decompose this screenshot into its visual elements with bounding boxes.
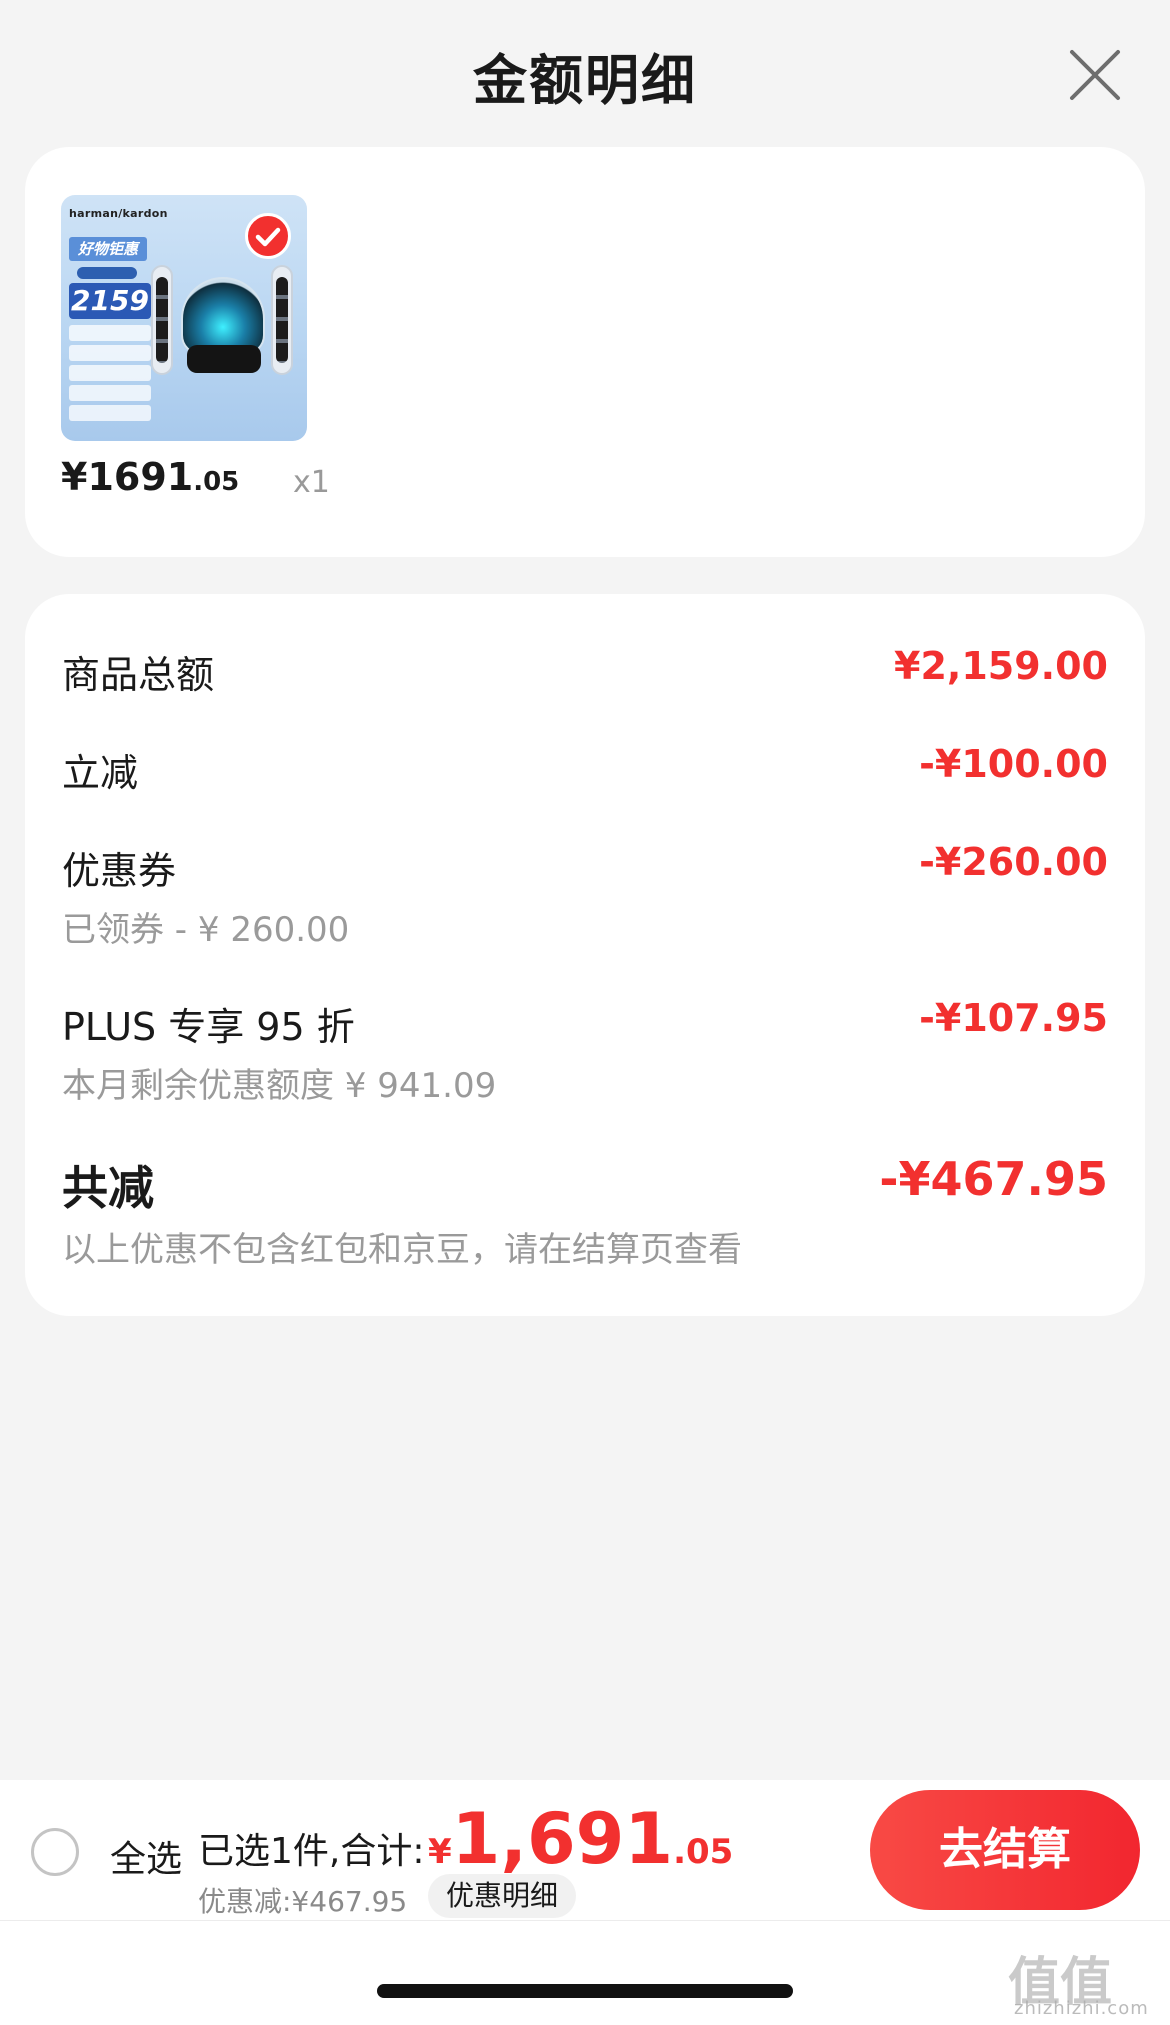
plus-discount-label: PLUS 专享 95 折 (62, 1005, 355, 1049)
close-button[interactable] (1060, 40, 1130, 110)
product-card: harman/kardon 好物钜惠 2159 ¥1691.05 x1 (25, 147, 1145, 557)
total-discount-value: -¥467.95 (879, 1152, 1108, 1206)
close-icon (1070, 50, 1120, 100)
coupon-label: 优惠券 (62, 849, 177, 893)
checkout-bar: 全选 已选1件,合计: ¥1,691.05 优惠减:¥467.95 优惠明细 去… (0, 1780, 1170, 2025)
discount-summary: 优惠减:¥467.95 (198, 1885, 408, 1918)
product-promo-price: 2159 (69, 283, 151, 319)
plus-remaining-text: 本月剩余优惠额度 ¥ 941.09 (62, 1066, 497, 1106)
plus-discount-value: -¥107.95 (919, 996, 1108, 1040)
amount-detail-card: 商品总额 ¥2,159.00 立减 -¥100.00 优惠券 -¥260.00 … (25, 594, 1145, 1316)
goods-total-label: 商品总额 (62, 653, 215, 697)
product-promo-tag: 好物钜惠 (69, 237, 147, 261)
home-indicator[interactable] (377, 1984, 793, 1998)
speaker-base-graphic (187, 345, 261, 373)
instant-discount-value: -¥100.00 (919, 742, 1108, 786)
goods-total-value: ¥2,159.00 (894, 644, 1108, 688)
coupon-value: -¥260.00 (919, 840, 1108, 884)
total-price-currency: ¥ (428, 1832, 452, 1872)
coupon-sub-text: 已领券 - ¥ 260.00 (62, 910, 350, 950)
product-price-dec: .05 (193, 467, 240, 497)
sheet-title: 金额明细 (473, 49, 697, 112)
product-price: ¥1691.05 (61, 455, 239, 499)
select-all-label[interactable]: 全选 (110, 1830, 182, 1882)
selected-check-icon[interactable] (245, 213, 291, 259)
watermark-text: zhizhizhi.com (1014, 1998, 1149, 2019)
speaker-right-graphic (271, 265, 293, 375)
sheet-header: 金额明细 (0, 0, 1170, 145)
product-promo-list (69, 325, 151, 425)
total-price-dec: .05 (673, 1832, 734, 1872)
discount-detail-button[interactable]: 优惠明细 (428, 1874, 577, 1918)
product-image[interactable]: harman/kardon 好物钜惠 2159 (61, 195, 307, 441)
checkout-button[interactable]: 去结算 (870, 1790, 1140, 1910)
product-brand: harman/kardon (69, 207, 168, 220)
speaker-left-graphic (151, 265, 173, 375)
product-promo-sub (77, 267, 137, 279)
amount-detail-sheet: 金额明细 harman/kardon 好物钜惠 2159 ¥1691.05 x1… (0, 0, 1170, 2025)
total-price: ¥1,691.05 (428, 1798, 733, 1880)
speaker-dome-graphic (181, 277, 265, 355)
site-watermark: 值值值 zhizhizhi.com (1008, 1940, 1158, 2020)
product-price-int: ¥1691 (61, 455, 194, 499)
total-discount-label: 共减 (62, 1161, 154, 1215)
bottom-divider (0, 1920, 1170, 1921)
total-price-int: 1,691 (451, 1798, 674, 1880)
selected-count-text: 已选1件,合计: (198, 1831, 425, 1872)
select-all-radio[interactable] (31, 1828, 79, 1876)
product-quantity: x1 (293, 465, 330, 500)
instant-discount-label: 立减 (62, 751, 139, 795)
discount-note: 以上优惠不包含红包和京豆，请在结算页查看 (62, 1230, 742, 1270)
